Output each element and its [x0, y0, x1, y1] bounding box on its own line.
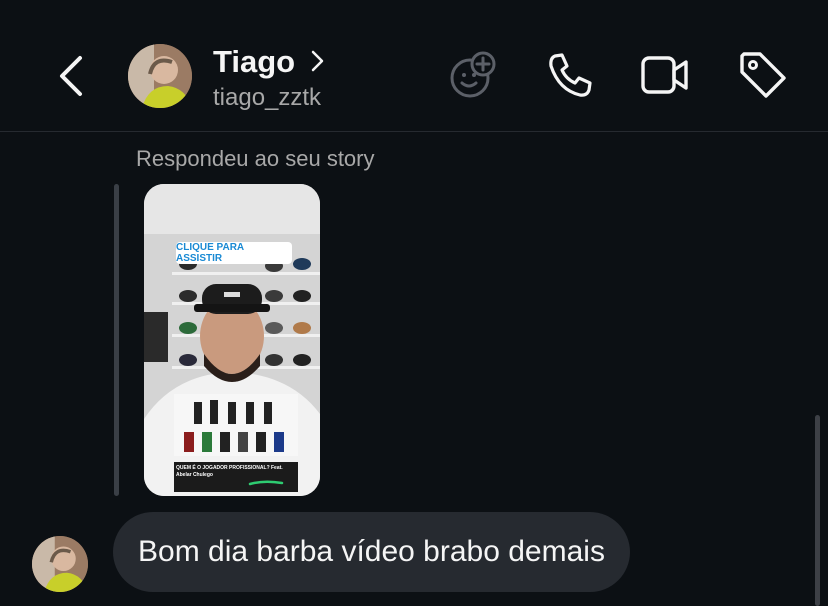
reply-indicator-bar	[114, 184, 119, 496]
chat-header: Tiago tiago_zztk	[0, 0, 828, 132]
story-link-sticker[interactable]: CLIQUE PARA ASSISTIR	[176, 242, 292, 264]
video-camera-icon[interactable]	[640, 50, 690, 100]
tag-icon[interactable]	[738, 50, 788, 100]
scrollbar[interactable]	[815, 415, 820, 606]
face-plus-icon[interactable]	[448, 50, 498, 100]
story-thumbnail[interactable]: CLIQUE PARA ASSISTIR QUEM É O JOGADOR PR…	[144, 184, 320, 496]
story-image	[144, 184, 320, 496]
contact-name[interactable]: Tiago	[213, 44, 295, 80]
story-caption-sub: Abelar Chulego	[176, 472, 213, 478]
story-caption: QUEM É O JOGADOR PROFISSIONAL? Feat. Abe…	[176, 465, 298, 479]
chevron-right-icon[interactable]	[310, 48, 326, 74]
story-reply-label: Respondeu ao seu story	[136, 146, 375, 171]
chevron-left-icon[interactable]	[52, 52, 92, 100]
phone-icon[interactable]	[545, 50, 595, 100]
message-bubble[interactable]: Bom dia barba vídeo brabo demais	[113, 512, 630, 592]
sender-avatar[interactable]	[32, 536, 88, 592]
story-caption-title: QUEM É O JOGADOR PROFISSIONAL? Feat.	[176, 465, 283, 471]
contact-username[interactable]: tiago_zztk	[213, 84, 321, 112]
avatar[interactable]	[128, 44, 192, 108]
